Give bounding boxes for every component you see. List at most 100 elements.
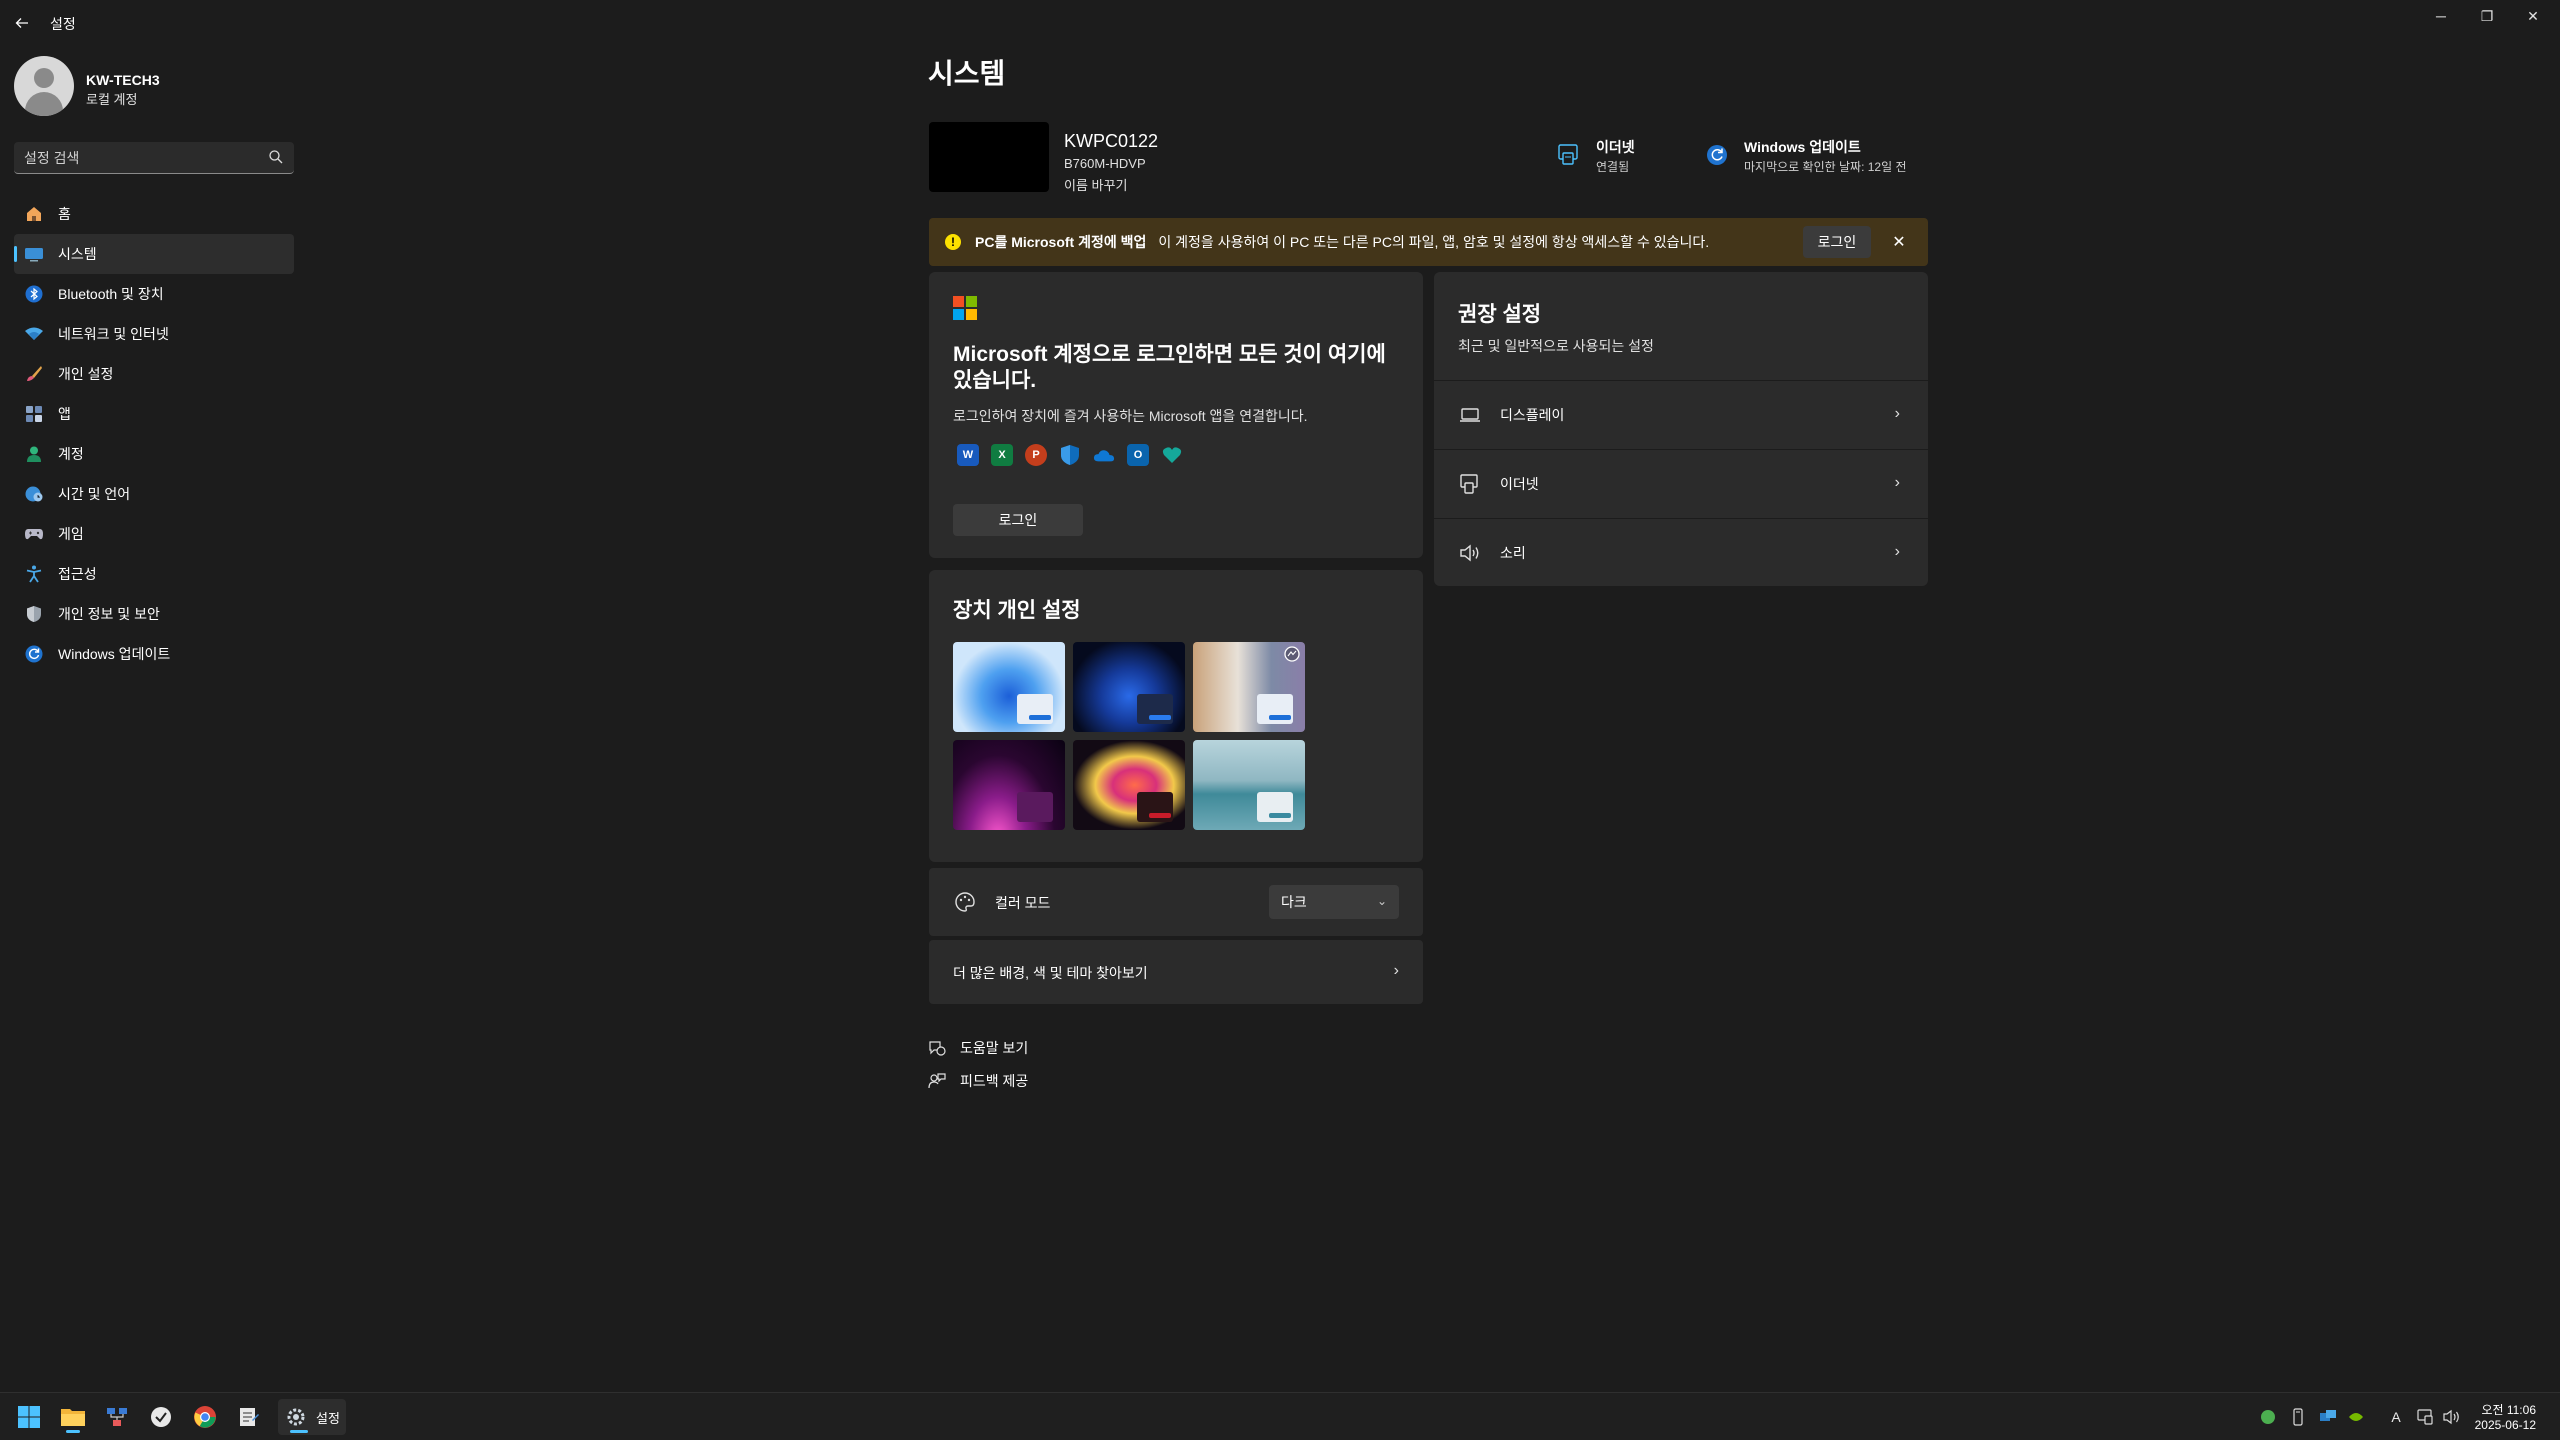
taskbar: 설정 A 오전 11:06 2025-06-12: [0, 1392, 2560, 1440]
file-explorer-button[interactable]: [54, 1399, 92, 1435]
search-input[interactable]: [24, 148, 254, 168]
theme-thumbnail[interactable]: [953, 740, 1065, 830]
sidebar-item-privacy[interactable]: 개인 정보 및 보안: [14, 594, 294, 634]
recommended-item-display[interactable]: 디스플레이 ›: [1434, 380, 1928, 448]
taskbar-settings-label: 설정: [316, 1410, 340, 1426]
wifi-icon: [24, 324, 44, 344]
sidebar-item-windows-update[interactable]: Windows 업데이트: [14, 634, 294, 674]
color-mode-dropdown[interactable]: 다크 ⌄: [1269, 885, 1399, 919]
settings-gear-icon: [287, 1408, 305, 1426]
ethernet-status-text: 연결됨: [1596, 160, 1630, 174]
chevron-right-icon: ›: [1393, 962, 1399, 979]
more-themes-label: 더 많은 배경, 색 및 테마 찾아보기: [953, 965, 1148, 981]
notepad-button[interactable]: [230, 1399, 268, 1435]
sidebar-nav: 홈 시스템 Bluetooth 및 장치 네트워크 및 인터넷 개인 설정 앱 …: [14, 194, 294, 674]
clock-time[interactable]: 오전 11:06: [2480, 1401, 2536, 1418]
sidebar-item-accessibility[interactable]: 접근성: [14, 554, 294, 594]
ethernet-icon[interactable]: [1556, 142, 1582, 168]
color-mode-label: 컬러 모드: [995, 895, 1051, 911]
windows-update-icon[interactable]: [1706, 144, 1728, 166]
theme-thumbnail[interactable]: [1073, 642, 1185, 732]
gamepad-icon: [24, 524, 44, 544]
help-link[interactable]: 도움말 보기: [928, 1038, 1028, 1058]
recommended-item-label: 이더넷: [1500, 475, 1539, 492]
sidebar-item-home[interactable]: 홈: [14, 194, 294, 234]
outlook-icon: O: [1127, 444, 1149, 466]
sidebar-item-personalization[interactable]: 개인 설정: [14, 354, 294, 394]
sidebar-item-gaming[interactable]: 게임: [14, 514, 294, 554]
ms-card-heading: Microsoft 계정으로 로그인하면 모든 것이 여기에 있습니다.: [953, 343, 1386, 392]
ms-login-button[interactable]: 로그인: [953, 504, 1083, 536]
speaker-icon: [1460, 544, 1479, 561]
minimize-button[interactable]: ─: [2418, 0, 2464, 32]
more-themes-link-row[interactable]: 더 많은 배경, 색 및 테마 찾아보기 ›: [929, 940, 1423, 1004]
avatar[interactable]: [14, 56, 74, 116]
sidebar-item-label: 개인 설정: [58, 366, 114, 382]
theme-thumbnail[interactable]: [1193, 740, 1305, 830]
chrome-icon: [194, 1406, 216, 1428]
theme-thumbnail[interactable]: [1193, 642, 1305, 732]
recommended-settings-card: 권장 설정 최근 및 일반적으로 사용되는 설정 디스플레이 › 이더넷 › 소…: [1434, 272, 1928, 586]
ms-app-icons: W X P O: [957, 444, 1183, 466]
defender-icon: [1059, 444, 1081, 466]
help-icon: [929, 1041, 946, 1056]
start-button[interactable]: [10, 1399, 48, 1435]
search-icon[interactable]: [268, 149, 284, 165]
windows-update-status: 마지막으로 확인한 날짜: 12일 전: [1744, 160, 1907, 174]
ethernet-status-title[interactable]: 이더넷: [1596, 137, 1635, 157]
sidebar-item-network[interactable]: 네트워크 및 인터넷: [14, 314, 294, 354]
app-title: 설정: [50, 16, 76, 32]
taskbar-settings-button[interactable]: 설정: [278, 1399, 346, 1435]
ime-indicator[interactable]: A: [2386, 1407, 2406, 1427]
search-box[interactable]: [14, 142, 294, 174]
network-tray-icon[interactable]: [2318, 1407, 2338, 1427]
theme-grid: [953, 642, 1305, 830]
pc-thumbnail: [929, 122, 1049, 192]
back-button[interactable]: [10, 11, 34, 35]
sidebar-item-apps[interactable]: 앱: [14, 394, 294, 434]
clock-date[interactable]: 2025-06-12: [2466, 1418, 2536, 1432]
sidebar-item-label: 게임: [58, 526, 84, 542]
recommended-subtitle: 최근 및 일반적으로 사용되는 설정: [1458, 338, 1654, 354]
theme-thumbnail[interactable]: [1073, 740, 1185, 830]
usb-icon[interactable]: [2288, 1407, 2308, 1427]
sidebar-item-accounts[interactable]: 계정: [14, 434, 294, 474]
ethernet-tray-icon[interactable]: [2416, 1407, 2436, 1427]
accessibility-icon: [24, 564, 44, 584]
feedback-link[interactable]: 피드백 제공: [928, 1071, 1028, 1091]
restore-button[interactable]: ❐: [2464, 0, 2510, 32]
shield-icon: [24, 604, 44, 624]
banner-login-button[interactable]: 로그인: [1803, 226, 1871, 258]
system-icon: [24, 244, 44, 264]
device-personalization-title: 장치 개인 설정: [953, 599, 1081, 622]
network-tool-button[interactable]: [98, 1399, 136, 1435]
sidebar-item-bluetooth[interactable]: Bluetooth 및 장치: [14, 274, 294, 314]
recommended-item-sound[interactable]: 소리 ›: [1434, 518, 1928, 586]
rename-link[interactable]: 이름 바꾸기: [1064, 175, 1127, 194]
pc-model: B760M-HDVP: [1064, 156, 1146, 171]
sidebar-item-label: 네트워크 및 인터넷: [58, 326, 169, 342]
banner-title: PC를 Microsoft 계정에 백업: [975, 234, 1147, 250]
recommended-item-ethernet[interactable]: 이더넷 ›: [1434, 449, 1928, 517]
banner-close-icon[interactable]: ✕: [1887, 230, 1911, 254]
sidebar-item-system[interactable]: 시스템: [14, 234, 294, 274]
chevron-right-icon: ›: [1894, 474, 1900, 491]
theme-thumbnail[interactable]: [953, 642, 1065, 732]
feedback-label: 피드백 제공: [960, 1073, 1029, 1089]
feedback-icon: [928, 1073, 946, 1089]
nvidia-icon[interactable]: [2346, 1407, 2366, 1427]
sidebar-item-time-language[interactable]: 시간 및 언어: [14, 474, 294, 514]
app-button[interactable]: [142, 1399, 180, 1435]
microsoft-account-card: Microsoft 계정으로 로그인하면 모든 것이 여기에 있습니다. 로그인…: [929, 272, 1423, 558]
banner-text: 이 계정을 사용하여 이 PC 또는 다른 PC의 파일, 앱, 암호 및 설정…: [1158, 234, 1710, 250]
close-button[interactable]: ✕: [2510, 0, 2556, 32]
notepad-icon: [240, 1408, 259, 1426]
status-green-icon[interactable]: [2258, 1407, 2278, 1427]
volume-icon[interactable]: [2442, 1407, 2462, 1427]
chrome-button[interactable]: [186, 1399, 224, 1435]
recommended-title: 권장 설정: [1458, 303, 1542, 326]
sidebar-item-label: 시스템: [58, 246, 97, 262]
page-title: 시스템: [928, 58, 1006, 89]
selection-indicator: [14, 246, 17, 262]
windows-update-title[interactable]: Windows 업데이트: [1744, 137, 1861, 157]
